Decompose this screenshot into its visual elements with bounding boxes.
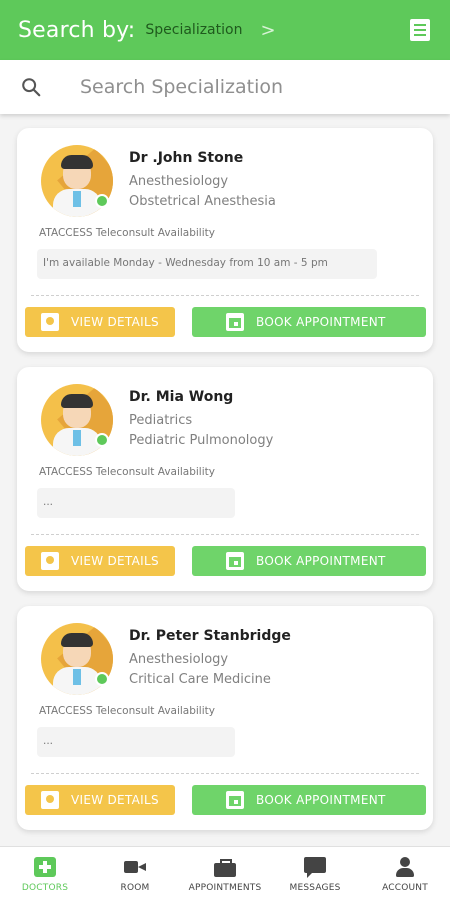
view-details-label: VIEW DETAILS [71, 793, 159, 807]
chat-bubble-icon [304, 857, 326, 878]
book-appointment-button[interactable]: BOOK APPOINTMENT [192, 307, 426, 337]
doctor-specialty: Anesthesiology [129, 174, 229, 189]
nav-label: APPOINTMENTS [188, 883, 262, 893]
book-appointment-button[interactable]: BOOK APPOINTMENT [192, 785, 426, 815]
list-menu-icon[interactable] [410, 19, 430, 41]
availability-label: ATACCESS Teleconsult Availability [39, 466, 215, 478]
view-details-button[interactable]: VIEW DETAILS [25, 785, 175, 815]
profile-card-icon [41, 552, 59, 570]
doctor-name: Dr. Peter Stanbridge [129, 628, 291, 644]
view-details-label: VIEW DETAILS [71, 315, 159, 329]
book-appointment-button[interactable]: BOOK APPOINTMENT [192, 546, 426, 576]
doctor-subspecialty: Obstetrical Anesthesia [129, 194, 276, 209]
doctor-card: Dr. Peter Stanbridge Anesthesiology Crit… [17, 606, 433, 830]
nav-messages[interactable]: MESSAGES [270, 847, 360, 900]
nav-label: MESSAGES [289, 883, 341, 893]
video-camera-icon [124, 857, 146, 877]
online-status-dot [95, 672, 109, 686]
calendar-icon [226, 313, 244, 331]
online-status-dot [95, 433, 109, 447]
doctor-specialty: Pediatrics [129, 413, 193, 428]
view-details-button[interactable]: VIEW DETAILS [25, 307, 175, 337]
briefcase-icon [214, 857, 236, 877]
nav-label: ACCOUNT [382, 883, 428, 893]
doctor-name: Dr .John Stone [129, 150, 244, 166]
calendar-icon [226, 552, 244, 570]
book-appointment-label: BOOK APPOINTMENT [256, 554, 386, 568]
bottom-navigation: DOCTORS ROOM APPOINTMENTS MESSAGES ACCOU… [0, 846, 450, 900]
doctor-name: Dr. Mia Wong [129, 389, 234, 405]
nav-account[interactable]: ACCOUNT [360, 847, 450, 900]
search-icon[interactable] [20, 76, 42, 98]
nav-label: DOCTORS [21, 883, 69, 893]
profile-card-icon [41, 791, 59, 809]
search-input[interactable] [80, 72, 420, 102]
availability-text: ... [37, 727, 235, 757]
book-appointment-label: BOOK APPOINTMENT [256, 315, 386, 329]
doctor-specialty: Anesthesiology [129, 652, 229, 667]
card-divider [31, 534, 419, 535]
profile-card-icon [41, 313, 59, 331]
top-bar: Search by: Specialization > [0, 0, 450, 60]
search-by-label: Search by: [18, 17, 136, 43]
card-divider [31, 295, 419, 296]
search-filter-selector[interactable]: Specialization [145, 22, 242, 38]
nav-label: ROOM [120, 883, 150, 893]
view-details-button[interactable]: VIEW DETAILS [25, 546, 175, 576]
availability-label: ATACCESS Teleconsult Availability [39, 705, 215, 717]
doctor-card: Dr .John Stone Anesthesiology Obstetrica… [17, 128, 433, 352]
nav-doctors[interactable]: DOCTORS [0, 847, 90, 900]
availability-text: I'm available Monday - Wednesday from 10… [37, 249, 377, 279]
doctor-subspecialty: Critical Care Medicine [129, 672, 271, 687]
view-details-label: VIEW DETAILS [71, 554, 159, 568]
availability-text: ... [37, 488, 235, 518]
medical-cross-icon [34, 857, 56, 877]
nav-appointments[interactable]: APPOINTMENTS [180, 847, 270, 900]
nav-room[interactable]: ROOM [90, 847, 180, 900]
person-icon [394, 857, 416, 877]
online-status-dot [95, 194, 109, 208]
chevron-right-icon[interactable]: > [260, 20, 275, 41]
doctor-subspecialty: Pediatric Pulmonology [129, 433, 274, 448]
book-appointment-label: BOOK APPOINTMENT [256, 793, 386, 807]
search-bar [0, 60, 450, 114]
card-divider [31, 773, 419, 774]
calendar-icon [226, 791, 244, 809]
availability-label: ATACCESS Teleconsult Availability [39, 227, 215, 239]
doctor-card: Dr. Mia Wong Pediatrics Pediatric Pulmon… [17, 367, 433, 591]
